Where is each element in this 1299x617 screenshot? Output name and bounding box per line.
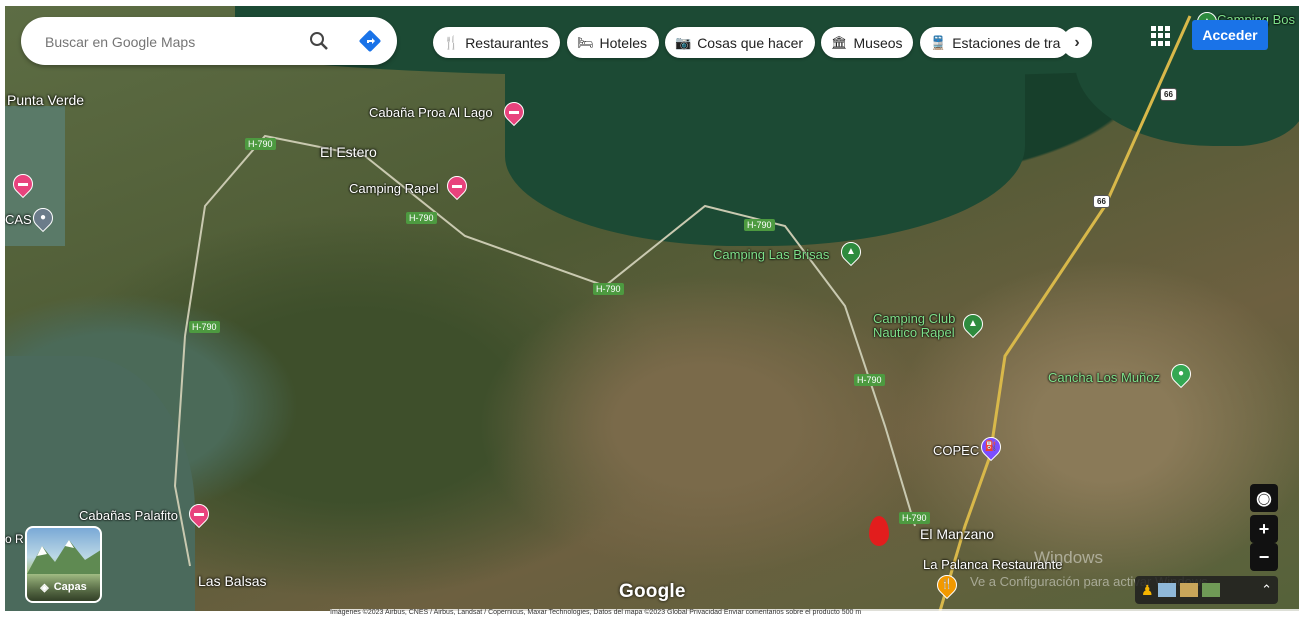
chip-label: Hoteles <box>599 34 647 51</box>
minus-icon: − <box>1258 546 1270 567</box>
road-label-h790: H-790 <box>245 138 276 150</box>
pegman-icon[interactable]: ♟ <box>1141 582 1154 599</box>
chevron-right-icon: › <box>1074 33 1080 51</box>
poi-cancha-los-munoz[interactable]: Cancha Los Muñoz <box>1048 370 1160 385</box>
bottom-controls-strip[interactable]: ♟ ⌃ <box>1135 576 1278 604</box>
zoom-out-button[interactable]: − <box>1250 543 1278 571</box>
poi-cabanas-palafito[interactable]: Cabañas Palafito <box>79 508 178 523</box>
layers-label: Capas <box>53 581 87 593</box>
train-icon: 🚆 <box>930 34 947 50</box>
directions-icon[interactable] <box>358 29 382 53</box>
my-location-button[interactable]: ◉ <box>1250 484 1278 512</box>
search-icon[interactable] <box>307 29 331 53</box>
place-o-r[interactable]: o R <box>5 532 24 546</box>
search-input[interactable] <box>43 29 297 55</box>
search-box[interactable] <box>21 17 397 65</box>
chip-label: Estaciones de tra <box>952 34 1061 51</box>
chip-estaciones[interactable]: 🚆 Estaciones de tra <box>920 27 1070 58</box>
signin-button[interactable]: Acceder <box>1192 20 1268 50</box>
poi-cabana-proa[interactable]: Cabaña Proa Al Lago <box>369 105 493 120</box>
crosshair-icon: ◉ <box>1256 487 1272 508</box>
poi-copec[interactable]: COPEC <box>933 443 979 458</box>
place-el-estero[interactable]: El Estero <box>320 144 377 160</box>
place-el-manzano[interactable]: El Manzano <box>920 526 994 542</box>
poi-camping-las-brisas[interactable]: Camping Las Brisas <box>713 247 829 262</box>
imagery-thumb[interactable] <box>1179 583 1198 597</box>
road-label-h790: H-790 <box>593 283 624 295</box>
dropped-pin-marker[interactable] <box>869 516 889 546</box>
windows-watermark-title: Windows <box>1034 548 1103 567</box>
place-punta-verde[interactable]: Punta Verde <box>7 92 84 108</box>
route-66-shield: 66 <box>1093 195 1110 208</box>
layers-icon: ◈ <box>40 581 49 594</box>
chips-next-button[interactable]: › <box>1062 27 1092 58</box>
layers-button[interactable]: ◈ Capas <box>25 526 102 603</box>
road-label-h790: H-790 <box>189 321 220 333</box>
poi-camping-club[interactable]: Camping Club Nautico Rapel <box>873 312 955 340</box>
google-logo: Google <box>619 581 686 602</box>
road-label-h790: H-790 <box>854 374 885 386</box>
bed-icon: 🛏 <box>577 34 594 50</box>
road-label-h790: H-790 <box>406 212 437 224</box>
fork-knife-icon: 🍴 <box>443 34 460 50</box>
museum-icon: 🏛 <box>831 34 848 50</box>
chip-hoteles[interactable]: 🛏 Hoteles <box>567 27 659 58</box>
terrain-thumbnail <box>27 540 100 574</box>
plus-icon: + <box>1258 518 1270 539</box>
chip-museos[interactable]: 🏛 Museos <box>821 27 913 58</box>
road-label-h790: H-790 <box>899 512 930 524</box>
chevron-up-icon[interactable]: ⌃ <box>1261 582 1272 598</box>
satellite-map[interactable]: 66 66 H-790 H-790 H-790 H-790 H-790 H-79… <box>5 6 1299 611</box>
chip-label: Restaurantes <box>465 34 549 51</box>
zoom-in-button[interactable]: + <box>1250 515 1278 543</box>
chip-label: Cosas que hacer <box>697 34 804 51</box>
camera-icon: 📷 <box>675 34 692 50</box>
place-las-balsas[interactable]: Las Balsas <box>198 573 266 589</box>
chip-cosas-que-hacer[interactable]: 📷 Cosas que hacer <box>665 27 815 58</box>
route-66-shield: 66 <box>1160 88 1177 101</box>
apps-grid-icon[interactable] <box>1151 26 1171 46</box>
road-label-h790: H-790 <box>744 219 775 231</box>
layers-label-wrap: ◈ Capas <box>27 573 100 601</box>
place-cas[interactable]: CAS <box>5 212 32 227</box>
chip-label: Museos <box>853 34 903 51</box>
chip-restaurantes[interactable]: 🍴 Restaurantes <box>433 27 560 58</box>
imagery-thumb[interactable] <box>1201 583 1220 597</box>
imagery-thumb[interactable] <box>1157 583 1176 597</box>
poi-camping-rapel[interactable]: Camping Rapel <box>349 181 439 196</box>
map-attribution: Imágenes ©2023 Airbus, CNES / Airbus, La… <box>330 609 1299 617</box>
